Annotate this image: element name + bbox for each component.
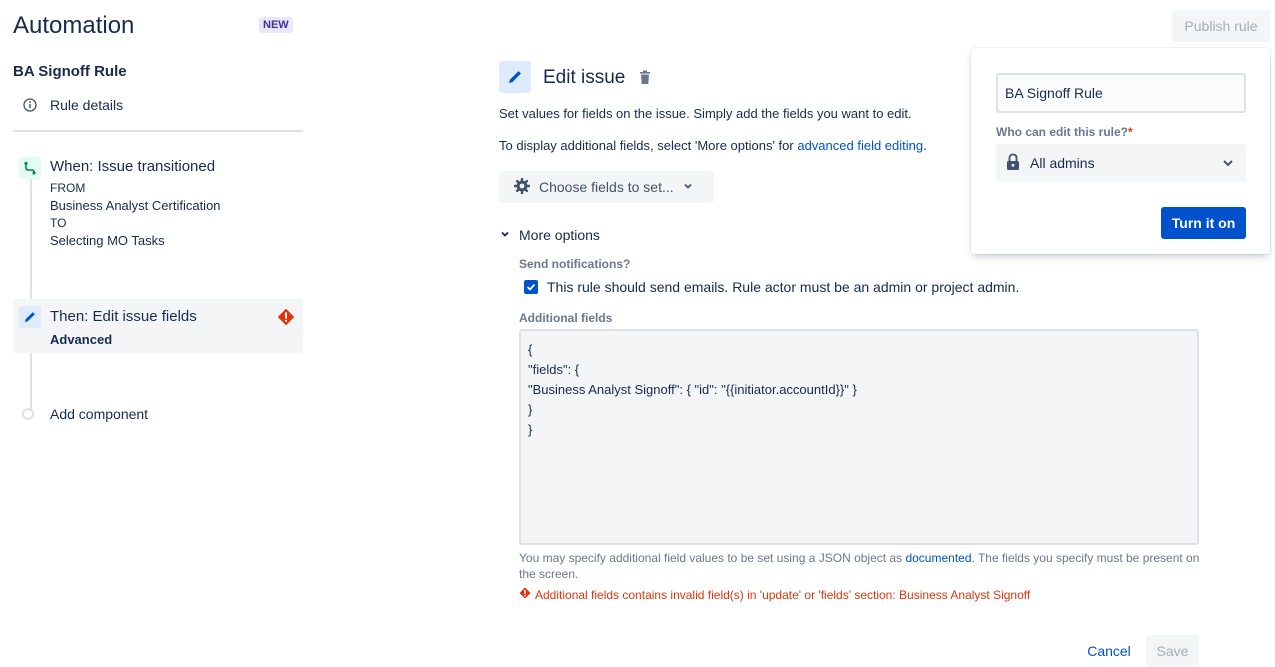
trigger-to-label: TO <box>50 216 67 230</box>
turn-on-button[interactable]: Turn it on <box>1161 207 1246 239</box>
sidebar-divider <box>13 130 303 132</box>
who-can-edit-select[interactable]: All admins <box>996 144 1246 182</box>
send-emails-text: This rule should send emails. Rule actor… <box>547 279 1020 295</box>
json-line: "fields": { <box>528 362 580 377</box>
send-emails-checkbox[interactable] <box>524 280 538 294</box>
edit-issue-icon <box>499 61 531 93</box>
additional-fields-textarea[interactable]: { "fields": { "Business Analyst Signoff"… <box>519 329 1199 545</box>
edit-description-2: To display additional fields, select 'Mo… <box>499 138 927 153</box>
trigger-to-value: Selecting MO Tasks <box>50 233 165 248</box>
add-component-button[interactable]: Add component <box>22 406 148 422</box>
documented-link[interactable]: documented <box>905 551 971 565</box>
action-title: Then: Edit issue fields <box>50 308 197 325</box>
who-can-edit-label: Who can edit this rule?* <box>996 125 1133 139</box>
transition-icon <box>19 157 41 179</box>
more-options-toggle[interactable]: More options <box>499 227 600 243</box>
publish-popover: Who can edit this rule?* All admins Turn… <box>971 48 1270 254</box>
trigger-title: When: Issue transitioned <box>50 158 216 175</box>
error-text: Additional fields contains invalid field… <box>535 587 1031 602</box>
rule-details-link[interactable]: Rule details <box>22 97 123 113</box>
lock-icon <box>1006 153 1020 174</box>
trigger-component[interactable]: When: Issue transitioned FROM Business A… <box>13 152 303 262</box>
new-badge: NEW <box>259 17 293 33</box>
error-icon <box>277 308 295 326</box>
rule-details-label: Rule details <box>50 97 124 113</box>
action-subtitle: Advanced <box>50 332 113 347</box>
error-message: Additional fields contains invalid field… <box>519 587 1030 602</box>
checkmark-icon <box>526 283 536 291</box>
add-component-label: Add component <box>50 406 149 422</box>
edit-issue-title: Edit issue <box>543 67 626 88</box>
action-component[interactable]: Then: Edit issue fields Advanced <box>13 299 303 353</box>
advanced-editing-link[interactable]: advanced field editing <box>797 138 923 153</box>
page-title: Automation <box>13 12 135 39</box>
publish-rule-button[interactable]: Publish rule <box>1172 10 1270 42</box>
trash-icon[interactable] <box>638 70 652 86</box>
trigger-from-value: Business Analyst Certification <box>50 198 221 213</box>
more-options-label: More options <box>519 227 600 243</box>
pencil-icon <box>19 306 41 328</box>
json-line: } <box>528 402 533 417</box>
error-icon <box>519 587 531 602</box>
chevron-down-icon <box>682 179 694 195</box>
additional-fields-label: Additional fields <box>519 311 613 325</box>
choose-fields-button[interactable]: Choose fields to set... <box>499 171 714 203</box>
rule-name-input[interactable] <box>996 73 1246 113</box>
help-text: You may specify additional field values … <box>519 551 1200 581</box>
required-marker: * <box>1128 125 1133 139</box>
json-line: { <box>528 342 533 357</box>
chevron-down-icon <box>499 227 511 243</box>
add-dot-icon <box>22 408 34 420</box>
cancel-button[interactable]: Cancel <box>1080 635 1138 667</box>
info-icon <box>22 97 38 113</box>
json-line: } <box>528 422 533 437</box>
chevron-down-icon <box>1220 155 1236 174</box>
json-line: "Business Analyst Signoff": { "id": "{{i… <box>528 382 857 397</box>
gear-icon <box>513 177 531 198</box>
send-notifications-label: Send notifications? <box>519 257 631 271</box>
admins-value: All admins <box>1030 155 1095 171</box>
trigger-from-label: FROM <box>50 181 86 195</box>
save-button[interactable]: Save <box>1146 635 1199 667</box>
edit-description: Set values for fields on the issue. Simp… <box>499 106 912 121</box>
rule-name: BA Signoff Rule <box>13 63 127 80</box>
choose-fields-label: Choose fields to set... <box>539 179 674 195</box>
